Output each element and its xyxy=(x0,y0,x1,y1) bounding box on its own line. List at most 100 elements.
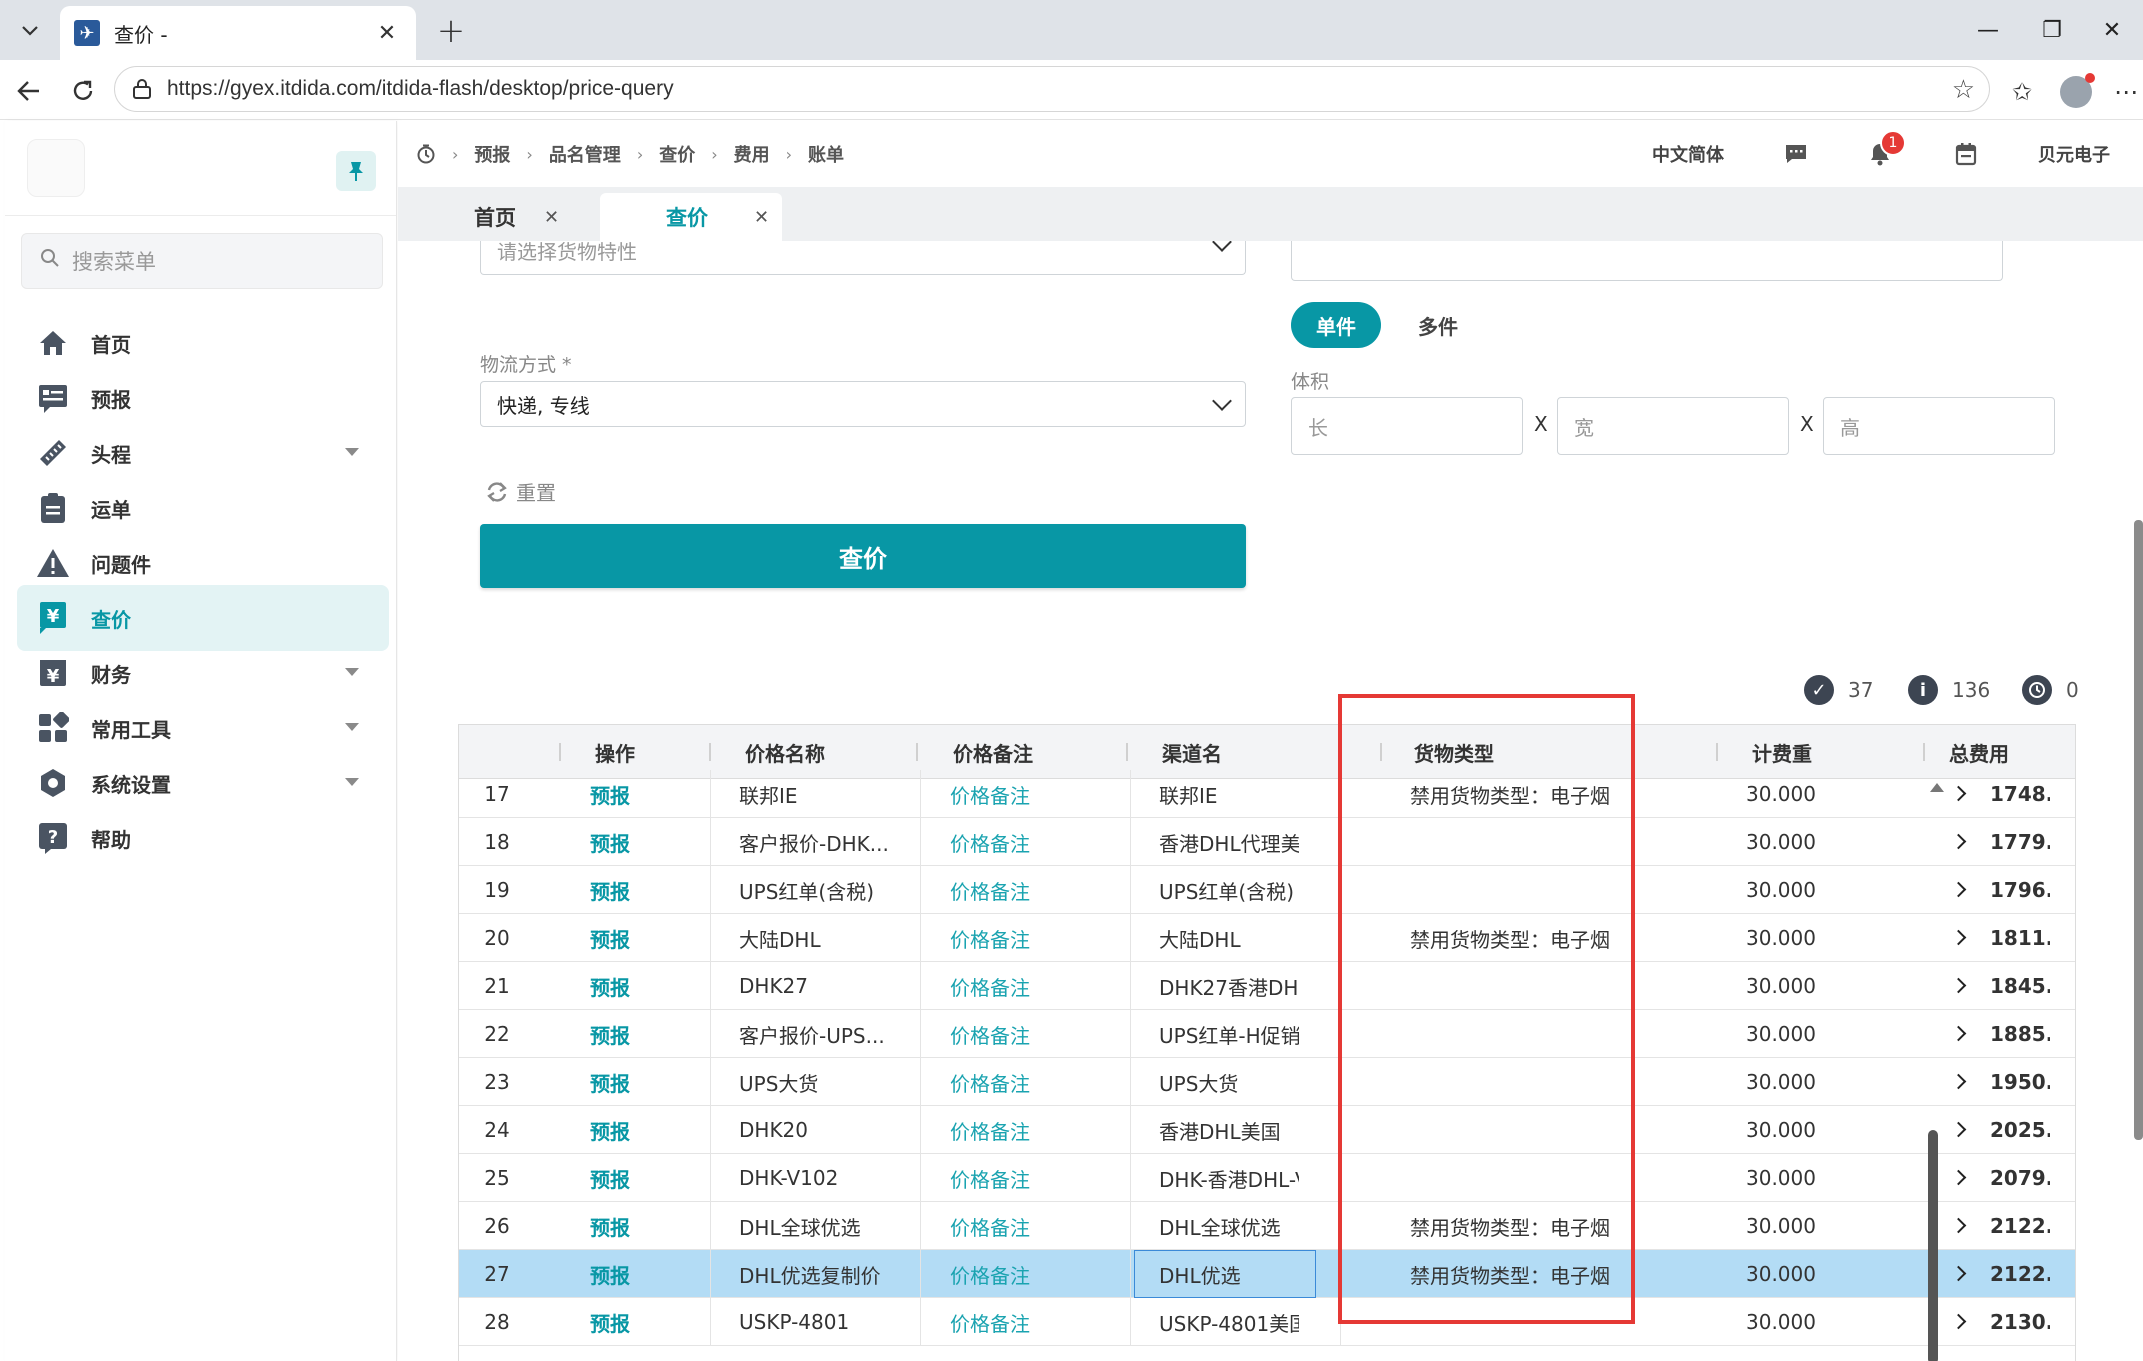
expand-chevron-icon[interactable] xyxy=(1950,929,1967,946)
price-note-link[interactable]: 价格备注 xyxy=(950,1010,1090,1058)
breadcrumb-item[interactable]: 预报 xyxy=(474,141,510,167)
breadcrumb-item[interactable]: 账单 xyxy=(808,141,844,167)
forecast-link[interactable]: 预报 xyxy=(590,1058,700,1106)
multi-piece-toggle[interactable]: 多件 xyxy=(1388,302,1488,348)
forecast-link[interactable]: 预报 xyxy=(590,962,700,1010)
price-note-link[interactable]: 价格备注 xyxy=(950,1106,1090,1154)
expand-chevron-icon[interactable] xyxy=(1950,1025,1967,1042)
price-note-link[interactable]: 价格备注 xyxy=(950,1250,1090,1298)
price-note-link[interactable]: 价格备注 xyxy=(950,914,1090,962)
expand-chevron-icon[interactable] xyxy=(1950,881,1967,898)
sidebar-item-help[interactable]: ? 帮助 xyxy=(17,805,389,871)
expand-chevron-icon[interactable] xyxy=(1950,785,1967,802)
more-options-icon[interactable]: ⋯ xyxy=(2106,72,2143,112)
new-tab-plus-icon[interactable]: + xyxy=(430,10,472,52)
length-input[interactable]: 长 xyxy=(1291,397,1523,455)
expand-chevron-icon[interactable] xyxy=(1950,1265,1967,1282)
minimize-icon[interactable]: — xyxy=(1958,10,2018,50)
table-row[interactable]: 20 预报 大陆DHL 价格备注 大陆DHL 禁用货物类型：电子烟 30.000… xyxy=(459,914,2075,962)
expand-chevron-icon[interactable] xyxy=(1950,1121,1967,1138)
tab-list-chevron-icon[interactable] xyxy=(6,8,54,52)
price-note-link[interactable]: 价格备注 xyxy=(950,962,1090,1010)
forecast-link[interactable]: 预报 xyxy=(590,1154,700,1202)
restore-icon[interactable]: ❐ xyxy=(2022,10,2082,50)
expand-chevron-icon[interactable] xyxy=(1950,1169,1967,1186)
pin-icon[interactable] xyxy=(336,151,376,191)
breadcrumb-item[interactable]: 查价 xyxy=(659,141,695,167)
reset-button[interactable]: 重置 xyxy=(484,477,556,506)
forecast-link[interactable]: 预报 xyxy=(590,914,700,962)
table-row[interactable]: 25 预报 DHK-V102 价格备注 DHK-香港DHL-V10... 30.… xyxy=(459,1154,2075,1202)
sidebar-item-label: 首页 xyxy=(91,332,131,357)
table-row[interactable]: 18 预报 客户报价-DHK... 价格备注 香港DHL代理美国 30.000 … xyxy=(459,818,2075,866)
breadcrumb-item[interactable]: 费用 xyxy=(734,141,770,167)
scroll-up-arrow-icon[interactable] xyxy=(1930,783,1944,792)
tab-price-query[interactable]: 查价 ✕ xyxy=(600,193,782,241)
history-clock-icon[interactable] xyxy=(416,144,436,164)
table-row[interactable]: 24 预报 DHK20 价格备注 香港DHL美国 30.000 2025.0 xyxy=(459,1106,2075,1154)
table-row[interactable]: 17 预报 联邦IE 价格备注 联邦IE 禁用货物类型：电子烟 30.000 1… xyxy=(459,770,2075,818)
price-note-link[interactable]: 价格备注 xyxy=(950,1154,1090,1202)
table-row[interactable]: 22 预报 客户报价-UPS... 价格备注 UPS红单-H促销(55... 3… xyxy=(459,1010,2075,1058)
reload-icon[interactable] xyxy=(62,70,104,112)
height-input[interactable]: 高 xyxy=(1823,397,2055,455)
favorite-star-icon[interactable]: ☆ xyxy=(1952,75,1975,105)
forecast-link[interactable]: 预报 xyxy=(590,1250,700,1298)
browser-tab[interactable]: ✈ 查价 - ✕ xyxy=(60,6,416,60)
price-note-link[interactable]: 价格备注 xyxy=(950,866,1090,914)
language-switch[interactable]: 中文简体 xyxy=(1652,121,1724,187)
price-note-link[interactable]: 价格备注 xyxy=(950,770,1090,818)
expand-chevron-icon[interactable] xyxy=(1950,833,1967,850)
forecast-link[interactable]: 预报 xyxy=(590,770,700,818)
search-icon xyxy=(40,248,60,274)
table-row[interactable]: 27 预报 DHL优选复制价 价格备注 DHL优选 禁用货物类型：电子烟 30.… xyxy=(459,1250,2075,1298)
menu-search-input[interactable]: 搜索菜单 xyxy=(21,233,383,289)
company-name[interactable]: 贝元电子 xyxy=(2038,121,2110,187)
forecast-link[interactable]: 预报 xyxy=(590,1106,700,1154)
message-icon[interactable] xyxy=(1780,138,1812,170)
table-row[interactable]: 21 预报 DHK27 价格备注 DHK27香港DHL美... 30.000 1… xyxy=(459,962,2075,1010)
breadcrumb-separator: › xyxy=(526,144,533,164)
goods-name-field[interactable] xyxy=(1291,241,2003,281)
forecast-link[interactable]: 预报 xyxy=(590,1298,700,1346)
table-row[interactable]: 19 预报 UPS红单(含税) 价格备注 UPS红单(含税) 30.000 17… xyxy=(459,866,2075,914)
tab-close-icon[interactable]: ✕ xyxy=(754,207,769,228)
lock-icon[interactable] xyxy=(127,74,157,104)
forecast-link[interactable]: 预报 xyxy=(590,866,700,914)
breadcrumb-item[interactable]: 品名管理 xyxy=(549,141,621,167)
price-note-link[interactable]: 价格备注 xyxy=(950,1298,1090,1346)
table-row[interactable]: 23 预报 UPS大货 价格备注 UPS大货 30.000 1950.0 xyxy=(459,1058,2075,1106)
page-scrollbar[interactable] xyxy=(2134,520,2143,1140)
tab-home[interactable]: 首页 ✕ xyxy=(474,193,559,241)
favorites-icon[interactable]: ✩ xyxy=(2002,72,2042,112)
tab-close-icon[interactable]: ✕ xyxy=(372,21,402,46)
goods-property-select[interactable]: 请选择货物特性 xyxy=(480,241,1246,275)
table-row[interactable]: 28 预报 USKP-4801 价格备注 USKP-4801美国空... 30.… xyxy=(459,1298,2075,1346)
forecast-link[interactable]: 预报 xyxy=(590,818,700,866)
profile-avatar-icon[interactable] xyxy=(2056,72,2096,112)
window-close-icon[interactable]: ✕ xyxy=(2082,10,2142,50)
url-field[interactable]: https://gyex.itdida.com/itdida-flash/des… xyxy=(114,66,1990,112)
grid-icon xyxy=(35,710,71,746)
width-input[interactable]: 宽 xyxy=(1557,397,1789,455)
table-scrollbar[interactable] xyxy=(1928,1130,1938,1361)
forecast-link[interactable]: 预报 xyxy=(590,1010,700,1058)
expand-chevron-icon[interactable] xyxy=(1950,1313,1967,1330)
logistics-select[interactable]: 快递, 专线 xyxy=(480,381,1246,427)
back-arrow-icon[interactable] xyxy=(8,70,50,112)
price-note-link[interactable]: 价格备注 xyxy=(950,1058,1090,1106)
expand-chevron-icon[interactable] xyxy=(1950,1073,1967,1090)
tab-close-icon[interactable]: ✕ xyxy=(544,207,559,228)
price-note-link[interactable]: 价格备注 xyxy=(950,1202,1090,1250)
focused-cell xyxy=(1134,1250,1316,1298)
price-note-link[interactable]: 价格备注 xyxy=(950,818,1090,866)
query-button[interactable]: 查价 xyxy=(480,524,1246,588)
single-piece-toggle[interactable]: 单件 xyxy=(1291,302,1381,348)
expand-chevron-icon[interactable] xyxy=(1950,1217,1967,1234)
table-row[interactable]: 26 预报 DHL全球优选 价格备注 DHL全球优选 禁用货物类型：电子烟 30… xyxy=(459,1202,2075,1250)
column-separator xyxy=(710,1106,711,1154)
forecast-link[interactable]: 预报 xyxy=(590,1202,700,1250)
expand-chevron-icon[interactable] xyxy=(1950,977,1967,994)
calendar-icon[interactable] xyxy=(1950,138,1982,170)
column-separator xyxy=(920,866,921,914)
